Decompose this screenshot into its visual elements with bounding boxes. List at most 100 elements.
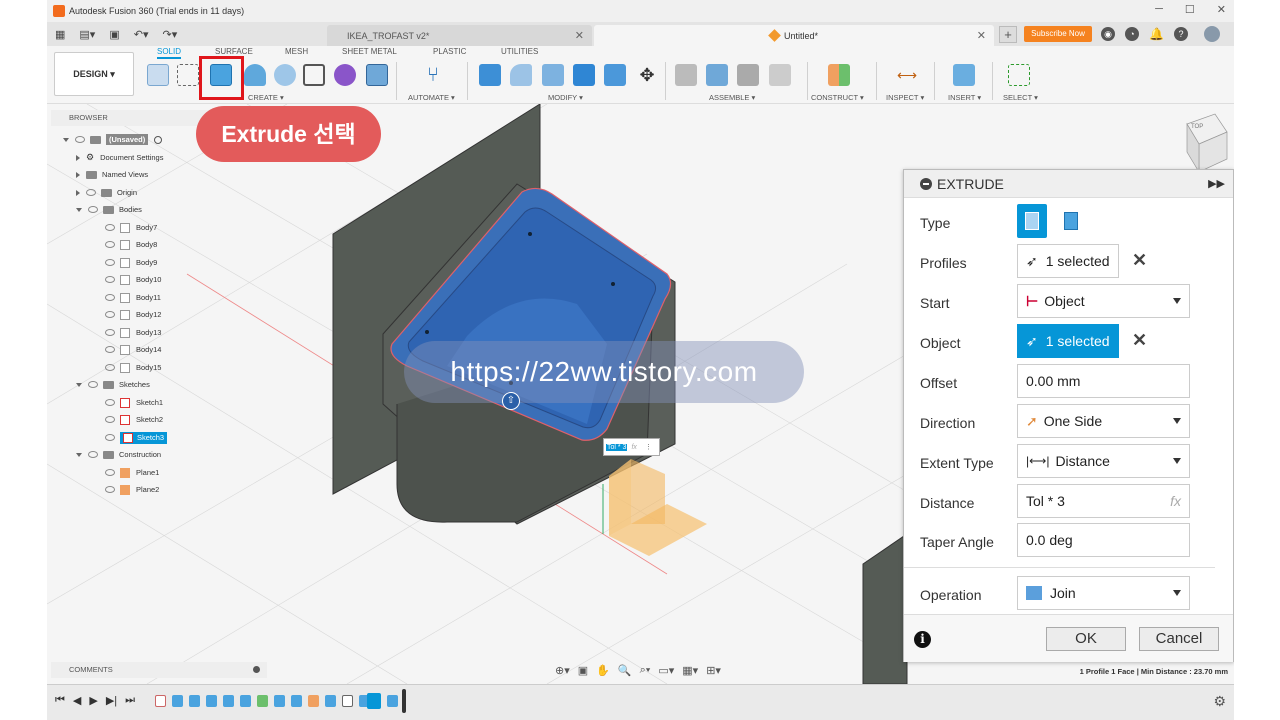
expand-icon[interactable] [76,171,80,178]
timeline-plane-feature[interactable] [257,695,268,707]
extrude-type-solid-button[interactable] [1017,204,1047,238]
tree-item-sketches[interactable]: Sketches [76,377,150,392]
tree-item-construction[interactable]: Construction [76,447,161,462]
move-icon[interactable]: ✥ [636,64,658,86]
visibility-icon[interactable] [88,381,98,388]
extent-type-dropdown[interactable]: |⟷| Distance [1017,444,1190,478]
visibility-icon[interactable] [105,416,115,423]
select-menu[interactable]: SELECT ▾ [1003,93,1038,102]
tree-item-sketch[interactable]: Sketch1 [105,395,163,410]
timeline-extrude-feature[interactable] [387,695,398,707]
profiles-selection-button[interactable]: ➶ 1 selected [1017,244,1119,278]
tree-item-body[interactable]: Body13 [105,325,161,340]
tree-item-body[interactable]: Body12 [105,307,161,322]
collapse-icon[interactable] [76,452,82,457]
timeline-active-feature[interactable] [367,693,381,709]
tab-solid[interactable]: SOLID [157,47,182,59]
tree-item-sketch-selected[interactable]: Sketch3 [105,430,168,445]
comments-pin-icon[interactable] [253,666,260,673]
joint-origin-icon[interactable] [769,64,791,86]
visibility-icon[interactable] [105,294,115,301]
maximize-icon[interactable]: ☐ [1185,3,1195,16]
fillet-icon[interactable] [510,64,532,86]
close-icon[interactable]: ✕ [575,29,584,42]
play-icon[interactable]: ▶ [89,694,97,707]
tab-utilities[interactable]: UTILITIES [501,47,538,56]
timeline-extrude-feature[interactable] [206,695,217,707]
visibility-icon[interactable] [105,469,115,476]
tree-item-plane[interactable]: Plane1 [105,465,159,480]
step-forward-icon[interactable]: ▶| [106,694,117,707]
visibility-icon[interactable] [105,329,115,336]
clear-object-icon[interactable]: ✕ [1132,330,1147,351]
subscribe-button[interactable]: Subscribe Now [1024,26,1092,42]
new-tab-button[interactable]: + [999,26,1017,43]
grid-menu-icon[interactable]: ▦ [55,28,65,41]
distance-input-manipulator[interactable]: Tol * 3 fx ⋮ [603,438,660,456]
tree-root[interactable]: (Unsaved) [63,132,163,147]
tree-item-body[interactable]: Body9 [105,255,157,270]
extrude-type-thin-button[interactable] [1056,204,1086,238]
step-back-icon[interactable]: ◀ [73,694,81,707]
visibility-icon[interactable] [75,136,85,143]
modify-menu[interactable]: MODIFY ▾ [548,93,583,102]
close-icon[interactable]: ✕ [1217,3,1226,16]
new-component-assemble-icon[interactable] [675,64,697,86]
tab-mesh[interactable]: MESH [285,47,308,56]
joint-icon[interactable] [706,64,728,86]
activate-radio-icon[interactable] [154,135,163,144]
timeline-extrude-feature[interactable] [240,695,251,707]
timeline-extrude-feature[interactable] [189,695,200,707]
tree-item-origin[interactable]: Origin [76,185,137,200]
online-status-icon[interactable]: ◉ [1101,27,1115,41]
notification-bell-icon[interactable]: 🔔 [1149,27,1164,41]
undo-icon[interactable]: ↶▾ [134,28,149,41]
tree-item-sketch[interactable]: Sketch2 [105,412,163,427]
clear-profiles-icon[interactable]: ✕ [1132,250,1147,271]
display-settings-icon[interactable]: ▭▾ [658,664,674,677]
new-component-icon[interactable] [147,64,169,86]
construct-plane-icon[interactable] [828,64,850,86]
cancel-button[interactable]: Cancel [1139,627,1219,651]
tree-item-body[interactable]: Body7 [105,220,157,235]
avatar[interactable] [1204,26,1220,42]
rectangular-pattern-icon[interactable] [303,64,325,86]
pan-icon[interactable]: ✋ [596,664,610,677]
redo-icon[interactable]: ↷▾ [162,28,177,41]
inspect-menu[interactable]: INSPECT ▾ [886,93,924,102]
shell-icon[interactable] [573,64,595,86]
timeline-extrude-feature[interactable] [291,695,302,707]
draft-icon[interactable] [604,64,626,86]
file-icon[interactable]: ▤▾ [79,28,95,41]
timeline-extrude-feature[interactable] [325,695,336,707]
timeline-extrude-feature[interactable] [172,695,183,707]
workspace-switcher-button[interactable]: DESIGN ▾ [54,52,134,96]
taper-angle-input[interactable]: 0.0 deg [1017,523,1190,557]
tab-plastic[interactable]: PLASTIC [433,47,466,56]
as-built-joint-icon[interactable] [737,64,759,86]
create-sketch-icon[interactable] [177,64,199,86]
tree-item-named-views[interactable]: Named Views [76,167,148,182]
grid-settings-icon[interactable]: ▦▾ [682,664,698,677]
expand-icon[interactable] [76,189,80,196]
more-options-icon[interactable]: ⋮ [645,443,652,451]
ok-button[interactable]: OK [1046,627,1126,651]
tree-item-plane[interactable]: Plane2 [105,482,159,497]
distance-input[interactable]: Tol * 3 fx [1017,484,1190,518]
orbit-icon[interactable]: ⊕▾ [555,664,570,677]
select-icon[interactable] [1008,64,1030,86]
operation-dropdown[interactable]: Join [1017,576,1190,610]
tree-item-body[interactable]: Body8 [105,237,157,252]
form-icon[interactable] [334,64,356,86]
collapse-dialog-icon[interactable] [920,177,932,190]
timeline-extrude-feature[interactable] [274,695,285,707]
measure-icon[interactable]: ⟷ [896,64,918,86]
save-icon[interactable]: ▣ [109,28,119,41]
revolve-icon[interactable] [244,64,266,86]
minimize-icon[interactable]: ─ [1155,3,1163,16]
visibility-icon[interactable] [105,276,115,283]
press-pull-icon[interactable] [479,64,501,86]
go-to-start-icon[interactable]: ⏮ [55,694,65,707]
tree-item-body[interactable]: Body10 [105,272,161,287]
hole-icon[interactable] [274,64,296,86]
